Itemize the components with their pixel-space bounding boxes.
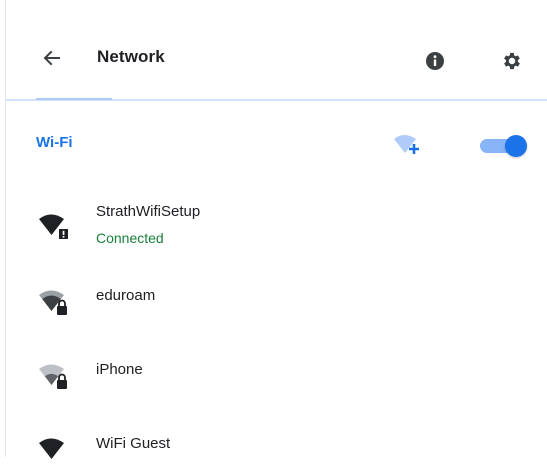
wifi-warning-icon	[39, 214, 68, 239]
wifi-toggle[interactable]	[478, 134, 527, 157]
network-name: iPhone	[96, 361, 143, 378]
add-wifi-icon	[394, 135, 419, 154]
add-network-button[interactable]	[392, 132, 426, 158]
wifi-section-header: Wi-Fi	[6, 120, 547, 168]
info-button[interactable]	[424, 50, 446, 72]
back-button[interactable]	[40, 46, 64, 70]
toggle-knob	[505, 135, 527, 157]
network-name: eduroam	[96, 287, 156, 304]
network-name: StrathWifiSetup	[96, 203, 201, 220]
settings-button[interactable]	[500, 49, 524, 73]
page-title: Network	[97, 47, 165, 66]
network-name: WiFi Guest	[96, 435, 171, 452]
wifi-icon	[39, 438, 64, 459]
network-item-strathwifisetup[interactable]: StrathWifiSetup Connected	[6, 196, 547, 260]
wifi-label: Wi-Fi	[36, 134, 73, 151]
network-item-eduroam[interactable]: eduroam	[6, 276, 547, 324]
arrow-back-icon	[43, 50, 60, 66]
gear-icon	[504, 52, 520, 70]
wifi-lock-icon	[39, 364, 67, 389]
header-bar: Network	[6, 0, 547, 100]
header-divider-accent	[36, 98, 112, 100]
info-icon	[426, 52, 444, 70]
wifi-lock-icon	[39, 290, 67, 315]
network-status: Connected	[96, 230, 164, 246]
network-panel: Network Wi-Fi StrathWifiSetup Connected …	[0, 0, 547, 459]
network-item-iphone[interactable]: iPhone	[6, 350, 547, 398]
network-item-wifi-guest[interactable]: WiFi Guest	[6, 424, 547, 459]
